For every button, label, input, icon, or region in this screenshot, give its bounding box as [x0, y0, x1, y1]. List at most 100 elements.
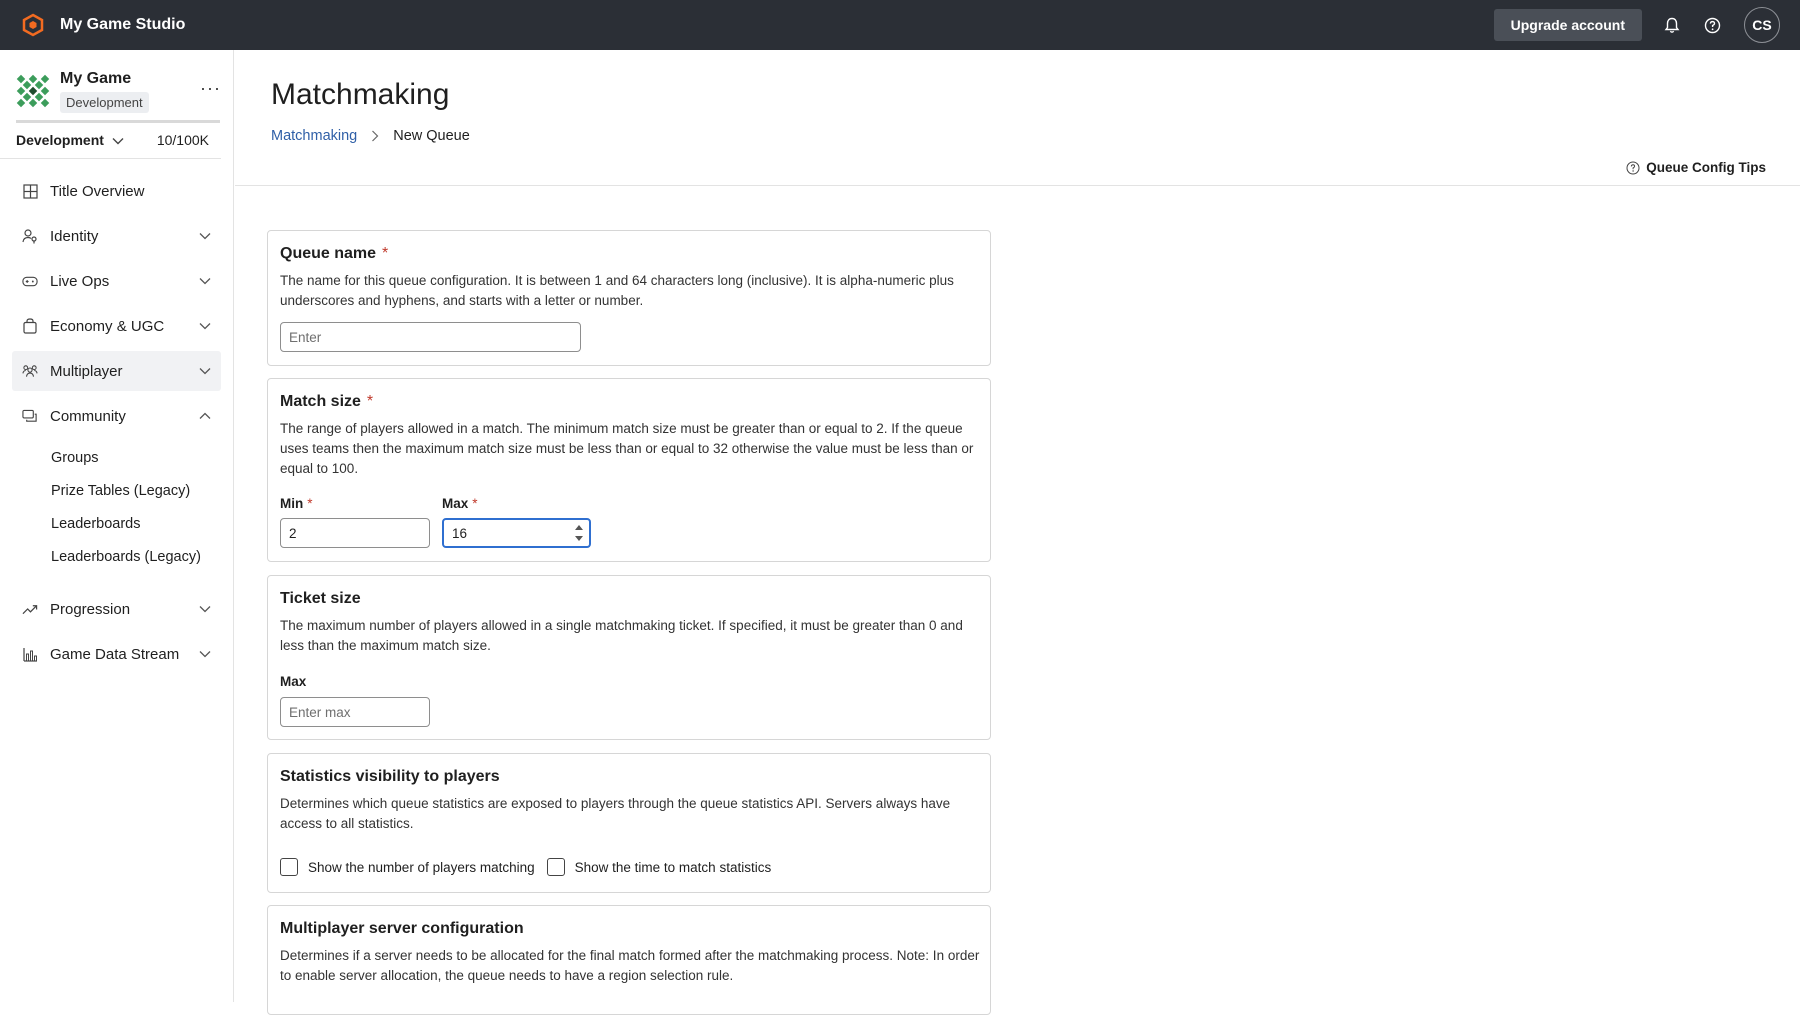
gamepad-icon	[22, 273, 38, 289]
sidebar-subitem-leaderboards-legacy[interactable]: Leaderboards (Legacy)	[12, 540, 221, 573]
sidebar-item-identity[interactable]: Identity	[12, 216, 221, 256]
chevron-down-icon	[199, 275, 211, 287]
usage-count: 10/100K	[156, 132, 209, 148]
sidebar-item-label: Community	[50, 407, 126, 425]
queue-name-title: Queue name *	[280, 245, 389, 262]
sidebar-subitem-prize-tables-legacy[interactable]: Prize Tables (Legacy)	[12, 474, 221, 507]
person-key-icon	[22, 228, 38, 244]
chevron-up-icon	[199, 410, 211, 422]
statistics-options: Show the number of players matching Show…	[280, 858, 783, 876]
sidebar-item-label: Game Data Stream	[50, 645, 180, 663]
chevron-down-icon	[112, 132, 124, 148]
sidebar-item-label: Progression	[50, 600, 131, 618]
ticket-max-input[interactable]	[280, 697, 430, 727]
sidebar-item-community[interactable]: Community	[12, 396, 221, 436]
studio-logo-icon[interactable]	[20, 12, 46, 38]
game-name: My Game	[60, 70, 132, 87]
environment-name: Development	[16, 132, 104, 148]
sidebar-item-progression[interactable]: Progression	[12, 589, 221, 629]
sidebar-subitem-leaderboards[interactable]: Leaderboards	[12, 507, 221, 540]
required-marker: *	[307, 496, 313, 511]
stepper-up-icon[interactable]	[575, 525, 583, 530]
ticket-size-description: The maximum number of players allowed in…	[280, 618, 963, 653]
sidebar-item-title-overview[interactable]: Title Overview	[12, 171, 221, 211]
shopping-bag-icon	[22, 318, 38, 334]
ticket-max-label: Max	[280, 674, 307, 689]
queue-name-input[interactable]	[280, 322, 581, 352]
checkbox-label: Show the number of players matching	[308, 859, 535, 875]
people-icon	[22, 363, 38, 379]
help-icon[interactable]	[1702, 15, 1722, 35]
usage-bar	[16, 120, 220, 123]
breadcrumb: Matchmaking New Queue	[271, 128, 470, 144]
chat-icon	[22, 408, 38, 424]
more-options-icon[interactable]: ···	[200, 78, 221, 99]
checkbox-label: Show the time to match statistics	[574, 859, 772, 875]
studio-name[interactable]: My Game Studio	[60, 16, 185, 34]
show-time-to-match-checkbox[interactable]	[546, 858, 565, 876]
chevron-right-icon	[371, 130, 379, 142]
server-config-card: Multiplayer server configuration Determi…	[267, 905, 991, 1015]
required-marker: *	[382, 245, 389, 262]
match-size-card: Match size * The range of players allowed…	[267, 378, 991, 562]
sidebar-item-label: Live Ops	[50, 272, 110, 290]
max-match-size-input[interactable]	[442, 518, 591, 548]
show-players-matching-option[interactable]: Show the number of players matching	[280, 858, 535, 876]
sidebar-item-economy-ugc[interactable]: Economy & UGC	[12, 306, 221, 346]
queue-config-tips-link[interactable]: Queue Config Tips	[1626, 160, 1766, 175]
main-content: Matchmaking Matchmaking New Queue Queue …	[235, 50, 1800, 1015]
bar-chart-icon	[22, 646, 38, 662]
grid-icon	[22, 183, 38, 199]
breadcrumb-link-matchmaking[interactable]: Matchmaking	[271, 128, 357, 144]
stepper-down-icon[interactable]	[575, 536, 583, 541]
statistics-description: Determines which queue statistics are ex…	[280, 796, 951, 831]
statistics-card: Statistics visibility to players Determi…	[267, 753, 991, 893]
max-label: Max *	[442, 496, 478, 511]
sidebar-item-label: Identity	[50, 227, 99, 245]
queue-name-description: The name for this queue configuration. I…	[280, 273, 954, 308]
min-label: Min *	[280, 496, 313, 511]
show-time-to-match-option[interactable]: Show the time to match statistics	[546, 858, 772, 876]
match-size-description: The range of players allowed in a match.…	[280, 421, 974, 476]
ticket-size-card: Ticket size The maximum number of player…	[267, 575, 991, 740]
chevron-down-icon	[199, 365, 211, 377]
sidebar-item-live-ops[interactable]: Live Ops	[12, 261, 221, 301]
bell-icon[interactable]	[1662, 15, 1682, 35]
header-divider	[235, 185, 1800, 186]
sidebar: My Game Development ··· Development 10/1…	[0, 50, 234, 1002]
chevron-down-icon	[199, 320, 211, 332]
ticket-size-title: Ticket size	[280, 590, 361, 607]
sidebar-item-label: Economy & UGC	[50, 317, 165, 335]
chevron-down-icon	[199, 230, 211, 242]
game-icon	[16, 74, 50, 108]
environment-badge: Development	[60, 92, 149, 113]
sidebar-subitem-groups[interactable]: Groups	[12, 441, 221, 474]
top-bar: My Game Studio Upgrade account CS	[0, 0, 1800, 50]
sidebar-item-label: Title Overview	[50, 182, 145, 200]
chevron-down-icon	[199, 648, 211, 660]
queue-name-card: Queue name * The name for this queue conf…	[267, 230, 991, 366]
required-marker: *	[472, 496, 478, 511]
environment-selector[interactable]: Development	[16, 132, 124, 148]
number-stepper[interactable]	[574, 525, 584, 541]
server-config-title: Multiplayer server configuration	[280, 920, 524, 937]
user-avatar[interactable]: CS	[1744, 7, 1780, 43]
help-icon	[1626, 161, 1640, 175]
upgrade-account-button[interactable]: Upgrade account	[1493, 9, 1642, 41]
sidebar-item-label: Multiplayer	[50, 362, 123, 380]
required-marker: *	[366, 393, 374, 410]
statistics-title: Statistics visibility to players	[280, 768, 500, 785]
server-config-description: Determines if a server needs to be alloc…	[280, 948, 980, 983]
breadcrumb-current: New Queue	[393, 128, 470, 144]
sidebar-item-game-data-stream[interactable]: Game Data Stream	[12, 634, 221, 674]
sidebar-item-multiplayer[interactable]: Multiplayer	[12, 351, 221, 391]
min-match-size-input[interactable]	[280, 518, 430, 548]
trend-up-icon	[22, 601, 38, 617]
sidebar-nav: Title Overview Identity Live Ops Economy…	[0, 159, 233, 674]
queue-config-tips-label: Queue Config Tips	[1646, 160, 1766, 175]
chevron-down-icon	[199, 603, 211, 615]
environment-row: Development 10/100K	[0, 122, 221, 159]
show-players-matching-checkbox[interactable]	[280, 858, 298, 876]
match-size-title: Match size *	[280, 393, 374, 410]
page-title: Matchmaking	[271, 78, 450, 111]
